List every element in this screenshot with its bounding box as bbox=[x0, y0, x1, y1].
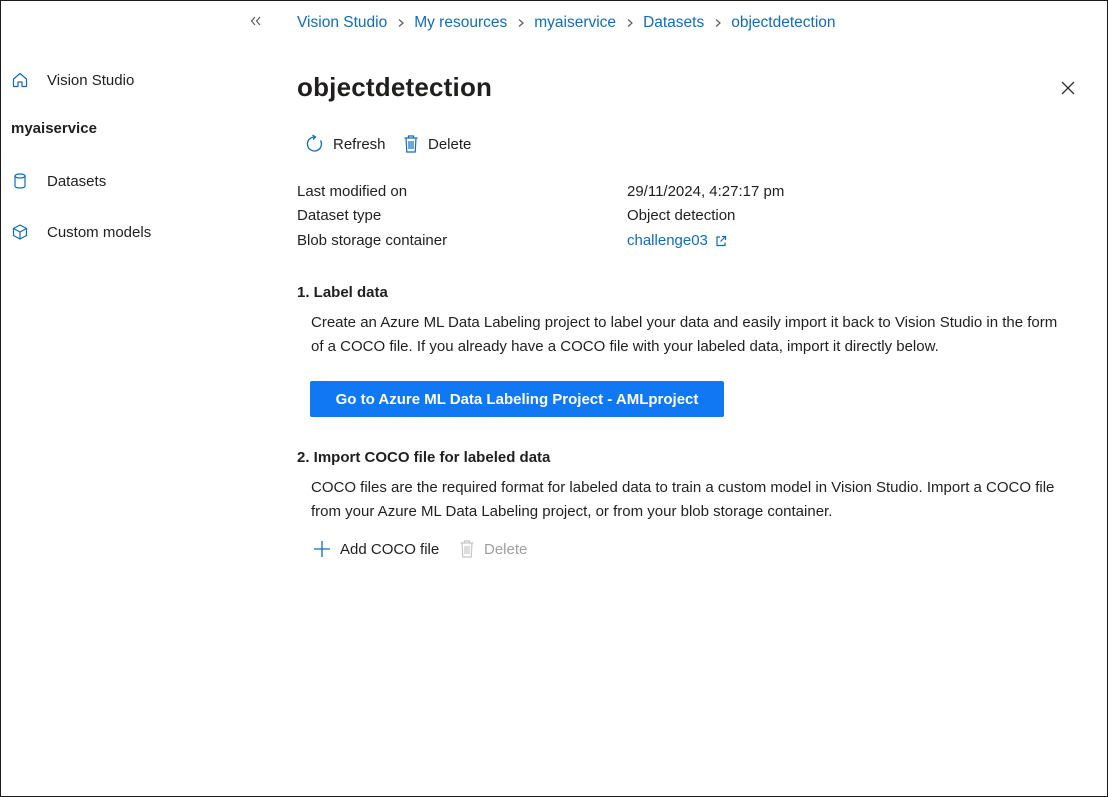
sidebar-item-label: Vision Studio bbox=[47, 71, 135, 89]
breadcrumb-vision-studio[interactable]: Vision Studio bbox=[297, 14, 387, 32]
go-to-aml-labeling-button[interactable]: Go to Azure ML Data Labeling Project - A… bbox=[310, 381, 724, 417]
resource-name-header: myaiservice bbox=[11, 120, 97, 137]
add-coco-label: Add COCO file bbox=[340, 540, 440, 558]
import-coco-description: COCO files are the required format for l… bbox=[311, 476, 1101, 524]
chevron-right-icon bbox=[704, 18, 731, 28]
delete-button[interactable]: Delete bbox=[402, 132, 471, 156]
breadcrumb-datasets[interactable]: Datasets bbox=[643, 14, 704, 32]
cube-icon bbox=[10, 222, 30, 242]
breadcrumb-resource[interactable]: myaiservice bbox=[534, 14, 616, 32]
delete-coco-button[interactable]: Delete bbox=[458, 537, 527, 561]
blob-container-link-text: challenge03 bbox=[627, 232, 708, 249]
breadcrumb: Vision Studio My resources myaiservice D… bbox=[297, 14, 836, 32]
trash-icon bbox=[404, 135, 418, 153]
prop-label-blob-container: Blob storage container bbox=[297, 232, 448, 249]
breadcrumb-current[interactable]: objectdetection bbox=[731, 14, 835, 32]
prop-value-last-modified: 29/11/2024, 4:27:17 pm bbox=[627, 183, 785, 200]
prop-label-last-modified: Last modified on bbox=[297, 183, 408, 200]
close-button[interactable] bbox=[1059, 79, 1077, 97]
description-line: Create an Azure ML Data Labeling project… bbox=[311, 314, 1058, 331]
home-icon bbox=[10, 70, 30, 90]
double-chevron-left-icon bbox=[250, 16, 261, 26]
delete-coco-label: Delete bbox=[484, 540, 528, 558]
plus-icon bbox=[314, 541, 330, 557]
prop-value-dataset-type: Object detection bbox=[627, 207, 736, 224]
close-icon bbox=[1061, 81, 1075, 95]
sidebar-item-vision-studio[interactable]: Vision Studio bbox=[10, 68, 134, 92]
sidebar-item-custom-models[interactable]: Custom models bbox=[10, 220, 151, 244]
refresh-label: Refresh bbox=[333, 135, 386, 153]
sidebar-item-datasets[interactable]: Datasets bbox=[10, 169, 106, 193]
refresh-icon bbox=[306, 134, 323, 152]
chevron-right-icon bbox=[507, 18, 534, 28]
breadcrumb-my-resources[interactable]: My resources bbox=[414, 14, 507, 32]
blob-container-link[interactable]: challenge03 bbox=[627, 232, 728, 249]
label-data-description: Create an Azure ML Data Labeling project… bbox=[311, 311, 1101, 359]
external-link-icon bbox=[716, 235, 727, 246]
import-coco-heading: 2. Import COCO file for labeled data bbox=[297, 449, 551, 466]
prop-label-dataset-type: Dataset type bbox=[297, 207, 382, 224]
database-icon bbox=[10, 171, 30, 191]
description-line: from your Azure ML Data Labeling project… bbox=[311, 503, 833, 520]
page-title: objectdetection bbox=[297, 72, 493, 102]
description-line: of a COCO file. If you already have a CO… bbox=[311, 338, 939, 355]
sidebar-item-label: Datasets bbox=[47, 172, 107, 190]
description-line: COCO files are the required format for l… bbox=[311, 479, 1055, 496]
trash-icon bbox=[460, 540, 474, 558]
collapse-sidebar-button[interactable] bbox=[247, 12, 265, 30]
label-data-heading: 1. Label data bbox=[297, 284, 388, 301]
chevron-right-icon bbox=[616, 18, 643, 28]
refresh-button[interactable]: Refresh bbox=[305, 132, 386, 156]
add-coco-file-button[interactable]: Add COCO file bbox=[312, 537, 439, 561]
chevron-right-icon bbox=[387, 18, 414, 28]
delete-label: Delete bbox=[428, 135, 472, 153]
sidebar-item-label: Custom models bbox=[47, 223, 152, 241]
